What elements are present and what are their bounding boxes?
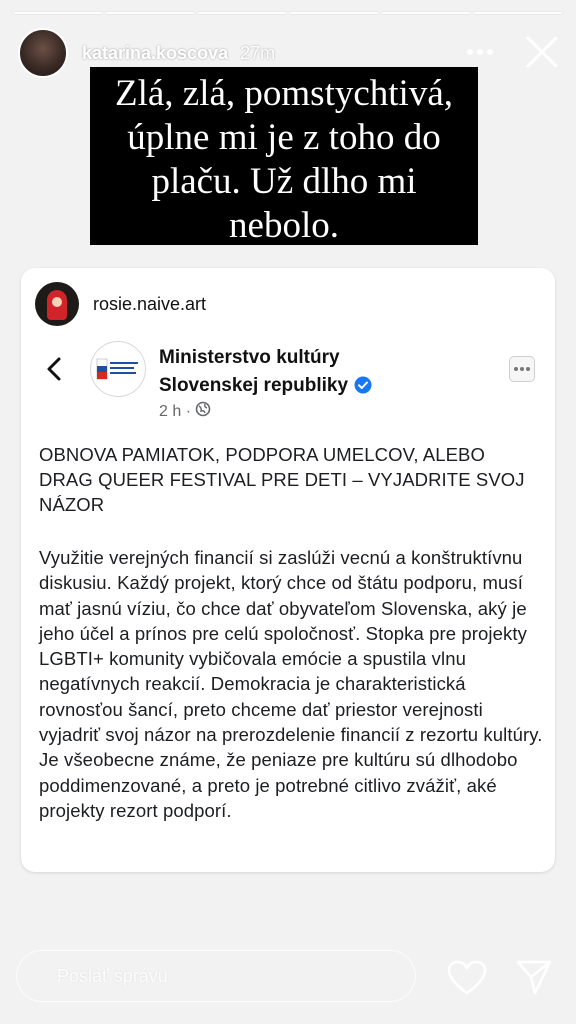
more-icon[interactable] [460, 40, 500, 64]
story-time: 27m [240, 42, 276, 63]
post-options-icon[interactable] [509, 356, 535, 382]
page-name-line1: Ministerstvo kultúry [159, 347, 340, 368]
progress-segment [198, 12, 286, 14]
progress-segment [106, 12, 194, 14]
profile-avatar[interactable] [18, 28, 68, 78]
post-title: OBNOVA PAMIATOK, PODPORA UMELCOV, ALEBO … [39, 444, 525, 515]
send-message-input[interactable]: Poslať správu [16, 950, 416, 1002]
progress-segment [14, 12, 102, 14]
progress-segment [474, 12, 562, 14]
progress-segment [290, 12, 378, 14]
post-time: 2 h · [159, 402, 192, 420]
shared-post-header: rosie.naive.art [35, 280, 206, 328]
close-icon[interactable] [522, 32, 562, 72]
story-caption: Zlá, zlá, pomstychtivá, úplne mi je z to… [90, 67, 478, 246]
verified-badge-icon [354, 375, 372, 394]
send-icon[interactable] [515, 958, 553, 996]
page-name-line2: Slovenskej republiky [159, 375, 349, 396]
page-name[interactable]: Ministerstvo kultúry Slovenskej republik… [159, 344, 372, 400]
story-username[interactable]: katarina.koscova [82, 43, 228, 64]
post-meta: 2 h · [159, 401, 211, 422]
ministry-logo[interactable] [90, 341, 146, 397]
heart-icon[interactable] [447, 960, 487, 996]
sharer-username[interactable]: rosie.naive.art [93, 294, 206, 315]
shared-post-card[interactable]: rosie.naive.art Ministerstvo kultúry Slo… [21, 268, 555, 872]
back-chevron-icon[interactable] [41, 354, 67, 384]
story-progress-bar [14, 12, 562, 14]
progress-segment [382, 12, 470, 14]
story-footer: Poslať správu [0, 940, 576, 1010]
post-body: Využitie verejných financií si zaslúži v… [39, 547, 543, 821]
slovak-emblem-icon [96, 358, 138, 380]
globe-icon [195, 401, 211, 422]
sharer-avatar[interactable] [35, 282, 79, 326]
